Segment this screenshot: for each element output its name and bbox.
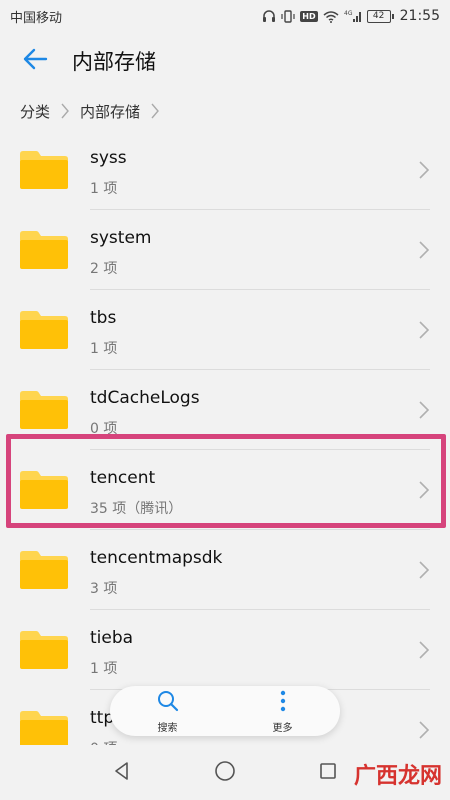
folder-row-syss[interactable]: syss 1 项 — [0, 130, 450, 210]
more-label: 更多 — [272, 722, 293, 734]
folder-icon — [18, 630, 70, 670]
folder-row-tieba[interactable]: tieba 1 项 — [0, 610, 450, 690]
folder-name: tdCacheLogs — [90, 388, 200, 408]
folder-icon — [18, 470, 70, 510]
nav-recents-button[interactable] — [313, 758, 343, 788]
folder-text: tencent 35 项（腾讯） — [90, 450, 450, 530]
folder-icon — [18, 230, 70, 270]
folder-icon — [18, 710, 70, 750]
watermark: 广西龙网 — [354, 758, 442, 790]
folder-item-count: 0 项 — [90, 421, 118, 437]
wifi-icon — [323, 10, 339, 23]
arrow-left-icon — [22, 48, 48, 74]
carrier-label: 中国移动 — [10, 10, 63, 26]
chevron-right-icon — [418, 480, 430, 504]
triangle-back-icon — [112, 761, 132, 785]
chevron-right-icon — [418, 560, 430, 584]
search-button[interactable]: 搜索 — [110, 686, 225, 736]
folder-name: tbs — [90, 308, 117, 328]
folder-name: tencentmapsdk — [90, 548, 223, 568]
folder-text: syss 1 项 — [90, 130, 450, 210]
hd-badge: HD — [300, 10, 318, 22]
chevron-right-icon — [418, 160, 430, 184]
nav-home-button[interactable] — [210, 758, 240, 788]
folder-row-tencent[interactable]: tencent 35 项（腾讯） — [0, 450, 450, 530]
status-bar: 中国移动 HD 4G 42 21:55 — [0, 0, 450, 32]
folder-item-count: 1 项 — [90, 661, 118, 677]
headphones-icon — [262, 9, 276, 23]
folder-item-count: 35 项（腾讯） — [90, 501, 183, 517]
chevron-right-icon — [418, 240, 430, 264]
folder-item-count: 1 项 — [90, 341, 118, 357]
floating-action-bar: 搜索 更多 — [110, 686, 340, 736]
chevron-right-icon — [150, 102, 160, 120]
more-vertical-icon — [279, 689, 287, 717]
folder-text: tbs 1 项 — [90, 290, 450, 370]
breadcrumb-item-category[interactable]: 分类 — [20, 101, 50, 122]
nav-back-button[interactable] — [107, 758, 137, 788]
folder-row-tbs[interactable]: tbs 1 项 — [0, 290, 450, 370]
chevron-right-icon — [418, 640, 430, 664]
folder-text: tencentmapsdk 3 项 — [90, 530, 450, 610]
folder-name: system — [90, 228, 152, 248]
chevron-right-icon — [418, 720, 430, 744]
vibrate-icon — [281, 9, 295, 23]
folder-icon — [18, 550, 70, 590]
back-button[interactable] — [20, 46, 50, 76]
folder-text: tieba 1 项 — [90, 610, 450, 690]
status-icons: HD 4G 42 21:55 — [262, 8, 440, 24]
folder-name: tieba — [90, 628, 134, 648]
folder-name: tencent — [90, 468, 156, 488]
clock: 21:55 — [399, 8, 440, 24]
breadcrumb-item-internal-storage[interactable]: 内部存储 — [80, 101, 140, 122]
folder-row-tencentmapsdk[interactable]: tencentmapsdk 3 项 — [0, 530, 450, 610]
folder-row-tdcachelogs[interactable]: tdCacheLogs 0 项 — [0, 370, 450, 450]
folder-icon — [18, 150, 70, 190]
chevron-right-icon — [418, 400, 430, 424]
svg-text:4G: 4G — [344, 10, 353, 17]
search-label: 搜索 — [157, 722, 178, 734]
folder-icon — [18, 310, 70, 350]
battery-indicator: 42 — [366, 9, 394, 23]
watermark-text: 广西龙网 — [353, 763, 442, 789]
breadcrumb: 分类 内部存储 — [0, 94, 450, 128]
folder-text: system 2 项 — [90, 210, 450, 290]
folder-list: syss 1 项 system 2 项 tbs 1 项 tdCacheLogs 0 项 tenc… — [0, 130, 450, 770]
app-bar: 内部存储 — [0, 32, 450, 90]
chevron-right-icon — [418, 320, 430, 344]
folder-item-count: 2 项 — [90, 261, 118, 277]
page-title: 内部存储 — [72, 50, 156, 74]
chevron-right-icon — [60, 102, 70, 120]
circle-home-icon — [214, 760, 236, 786]
folder-icon — [18, 390, 70, 430]
folder-row-system[interactable]: system 2 项 — [0, 210, 450, 290]
square-recents-icon — [318, 761, 338, 785]
folder-item-count: 1 项 — [90, 181, 118, 197]
folder-item-count: 3 项 — [90, 581, 118, 597]
more-button[interactable]: 更多 — [225, 686, 340, 736]
folder-name: syss — [90, 148, 127, 168]
folder-text: tdCacheLogs 0 项 — [90, 370, 450, 450]
search-icon — [156, 689, 180, 717]
signal-icon: 4G — [344, 10, 362, 23]
